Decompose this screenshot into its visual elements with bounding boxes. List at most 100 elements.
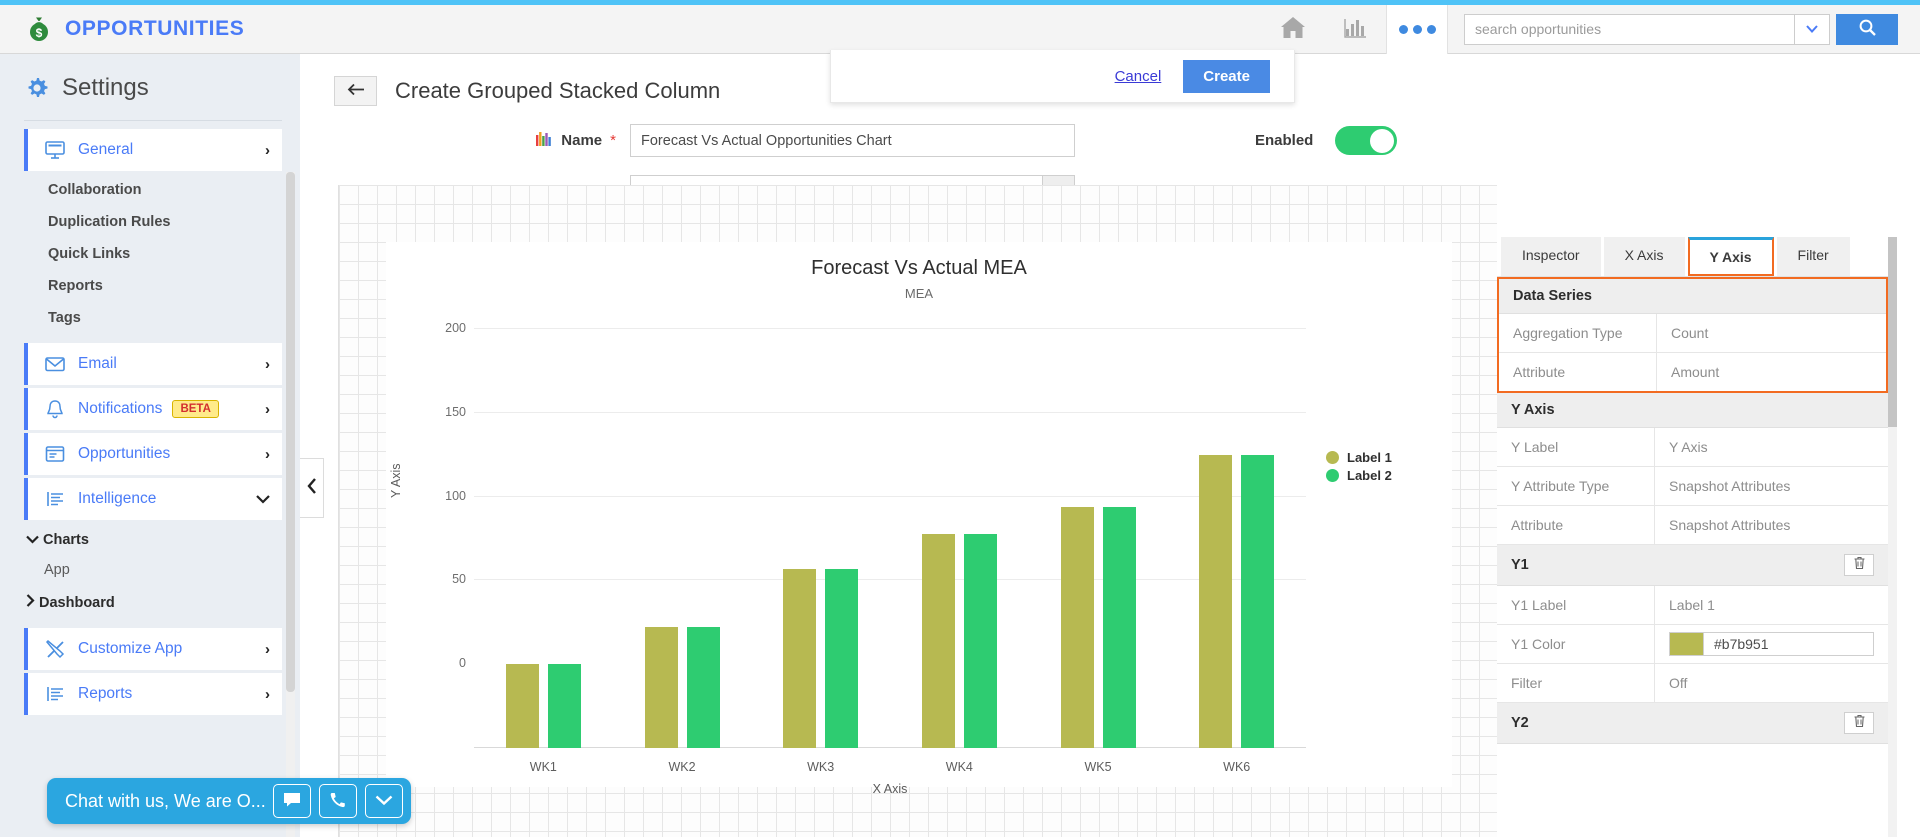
legend-item[interactable]: Label 2 bbox=[1326, 468, 1392, 483]
sidebar-item-reports[interactable]: Reports bbox=[0, 270, 300, 302]
sidebar-item-reports-main[interactable]: Reports › bbox=[24, 673, 282, 715]
panel-scrollbar-thumb[interactable] bbox=[1888, 237, 1897, 427]
color-picker[interactable]: #b7b951 bbox=[1655, 625, 1888, 663]
bar-group[interactable] bbox=[613, 413, 752, 748]
chat-collapse-button[interactable] bbox=[365, 784, 403, 818]
chat-widget[interactable]: Chat with us, We are O... bbox=[47, 778, 411, 824]
trash-icon bbox=[1853, 714, 1866, 732]
tab-filter[interactable]: Filter bbox=[1776, 237, 1850, 276]
delete-y2-button[interactable] bbox=[1844, 712, 1874, 734]
tab-x-axis[interactable]: X Axis bbox=[1603, 237, 1685, 276]
bar-series1[interactable] bbox=[1060, 506, 1094, 748]
bar-series2[interactable] bbox=[1241, 454, 1275, 748]
sidebar-scrollbar-thumb[interactable] bbox=[286, 172, 295, 692]
legend-swatch bbox=[1326, 451, 1339, 464]
more-menu-button[interactable] bbox=[1386, 4, 1448, 54]
sidebar-item-notifications[interactable]: Notifications BETA › bbox=[24, 388, 282, 430]
name-form-row: Name * Enabled bbox=[300, 124, 1920, 157]
back-button[interactable] bbox=[334, 76, 377, 106]
phone-icon bbox=[329, 791, 347, 812]
sidebar-item-tags[interactable]: Tags bbox=[0, 302, 300, 334]
home-icon bbox=[1279, 15, 1307, 44]
sidebar-group-charts[interactable]: Charts bbox=[0, 523, 300, 555]
bar-series1[interactable] bbox=[644, 627, 678, 748]
search-input[interactable] bbox=[1464, 13, 1794, 45]
legend-item[interactable]: Label 1 bbox=[1326, 450, 1392, 465]
bar-chart-icon bbox=[1342, 15, 1368, 44]
table-row[interactable]: Y Attribute Type Snapshot Attributes bbox=[1497, 467, 1888, 506]
bar-series2[interactable] bbox=[825, 568, 859, 748]
bar-group[interactable] bbox=[890, 413, 1029, 748]
panel-scrollbar-track[interactable] bbox=[1888, 237, 1897, 837]
sidebar-group-label: Charts bbox=[43, 532, 89, 548]
sidebar-collapse-toggle[interactable] bbox=[300, 458, 324, 518]
home-button[interactable] bbox=[1262, 5, 1324, 53]
table-row[interactable]: Attribute Amount bbox=[1499, 353, 1886, 391]
chat-message-button[interactable] bbox=[273, 784, 312, 818]
search-dropdown-toggle[interactable] bbox=[1794, 13, 1830, 45]
bar-group[interactable] bbox=[751, 413, 890, 748]
chat-call-button[interactable] bbox=[319, 784, 358, 818]
bar-group[interactable] bbox=[1167, 413, 1306, 748]
row-value: Off bbox=[1669, 675, 1688, 691]
row-key: Y1 Color bbox=[1497, 625, 1655, 663]
color-swatch[interactable] bbox=[1669, 632, 1703, 656]
brand[interactable]: $ OPPORTUNITIES bbox=[0, 14, 244, 44]
row-value: Count bbox=[1671, 325, 1709, 341]
search-submit-button[interactable] bbox=[1836, 13, 1898, 45]
chart-legend: Label 1 Label 2 bbox=[1326, 450, 1392, 486]
enabled-toggle[interactable] bbox=[1335, 126, 1398, 155]
page-title: Create Grouped Stacked Column bbox=[395, 78, 721, 103]
sidebar-item-duplication-rules[interactable]: Duplication Rules bbox=[0, 206, 300, 238]
sidebar-item-label: Notifications bbox=[78, 400, 163, 417]
row-value: Amount bbox=[1671, 364, 1720, 380]
create-button[interactable]: Create bbox=[1183, 59, 1270, 93]
sidebar-item-customize-app[interactable]: Customize App › bbox=[24, 628, 282, 670]
sidebar-item-general[interactable]: General › bbox=[24, 129, 282, 171]
sidebar-item-opportunities[interactable]: Opportunities › bbox=[24, 433, 282, 475]
analytics-button[interactable] bbox=[1324, 5, 1386, 53]
bar-series2[interactable] bbox=[1102, 506, 1136, 748]
tab-y-axis[interactable]: Y Axis bbox=[1687, 237, 1774, 276]
bar-series1[interactable] bbox=[1199, 454, 1233, 748]
sidebar-group-dashboard[interactable]: Dashboard bbox=[0, 585, 300, 618]
bar-chart-colored-icon bbox=[535, 130, 553, 152]
bar-series1[interactable] bbox=[783, 568, 817, 748]
x-tick-label: WK6 bbox=[1223, 760, 1251, 774]
table-row-color[interactable]: Y1 Color #b7b951 bbox=[1497, 625, 1888, 664]
table-row[interactable]: Aggregation Type Count bbox=[1499, 314, 1886, 353]
bar-group[interactable] bbox=[1029, 413, 1168, 748]
trash-icon bbox=[1853, 556, 1866, 574]
sidebar-item-collaboration[interactable]: Collaboration bbox=[0, 174, 300, 206]
cancel-button[interactable]: Cancel bbox=[1115, 68, 1162, 85]
table-row[interactable]: Y Label Y Axis bbox=[1497, 428, 1888, 467]
bar-series1[interactable] bbox=[921, 533, 955, 748]
name-input[interactable] bbox=[630, 124, 1075, 157]
chart-plot-area: Y Axis 200 150 100 50 0 WK1 WK2 WK3 WK4 … bbox=[386, 321, 1452, 796]
chevron-right-icon: › bbox=[265, 141, 270, 159]
sidebar-item-quick-links[interactable]: Quick Links bbox=[0, 238, 300, 270]
bar-series1[interactable] bbox=[505, 664, 539, 748]
sidebar-item-app[interactable]: App bbox=[0, 555, 300, 585]
tab-inspector[interactable]: Inspector bbox=[1501, 237, 1601, 276]
table-row[interactable]: Attribute Snapshot Attributes bbox=[1497, 506, 1888, 545]
bar-series2[interactable] bbox=[686, 627, 720, 748]
chart-card[interactable]: Forecast Vs Actual MEA MEA Y Axis 200 15… bbox=[386, 242, 1452, 796]
table-row[interactable]: Y1 Label Label 1 bbox=[1497, 586, 1888, 625]
x-tick-label: WK5 bbox=[1084, 760, 1112, 774]
y-tick-label: 200 bbox=[445, 321, 466, 335]
bar-group[interactable] bbox=[474, 413, 613, 748]
sidebar-item-email[interactable]: Email › bbox=[24, 343, 282, 385]
sidebar-item-label: Customize App bbox=[78, 640, 183, 657]
y-tick-label: 100 bbox=[445, 489, 466, 503]
legend-label: Label 2 bbox=[1347, 468, 1392, 483]
table-row[interactable]: Filter Off bbox=[1497, 664, 1888, 703]
envelope-icon bbox=[44, 353, 66, 375]
delete-y1-button[interactable] bbox=[1844, 554, 1874, 576]
bar-series2[interactable] bbox=[963, 533, 997, 748]
sidebar-item-intelligence[interactable]: Intelligence bbox=[24, 478, 282, 520]
bar-series2[interactable] bbox=[547, 664, 581, 748]
y-tick-label: 150 bbox=[445, 405, 466, 419]
sidebar-item-label: General bbox=[78, 141, 134, 158]
color-hex-value[interactable]: #b7b951 bbox=[1703, 632, 1874, 656]
